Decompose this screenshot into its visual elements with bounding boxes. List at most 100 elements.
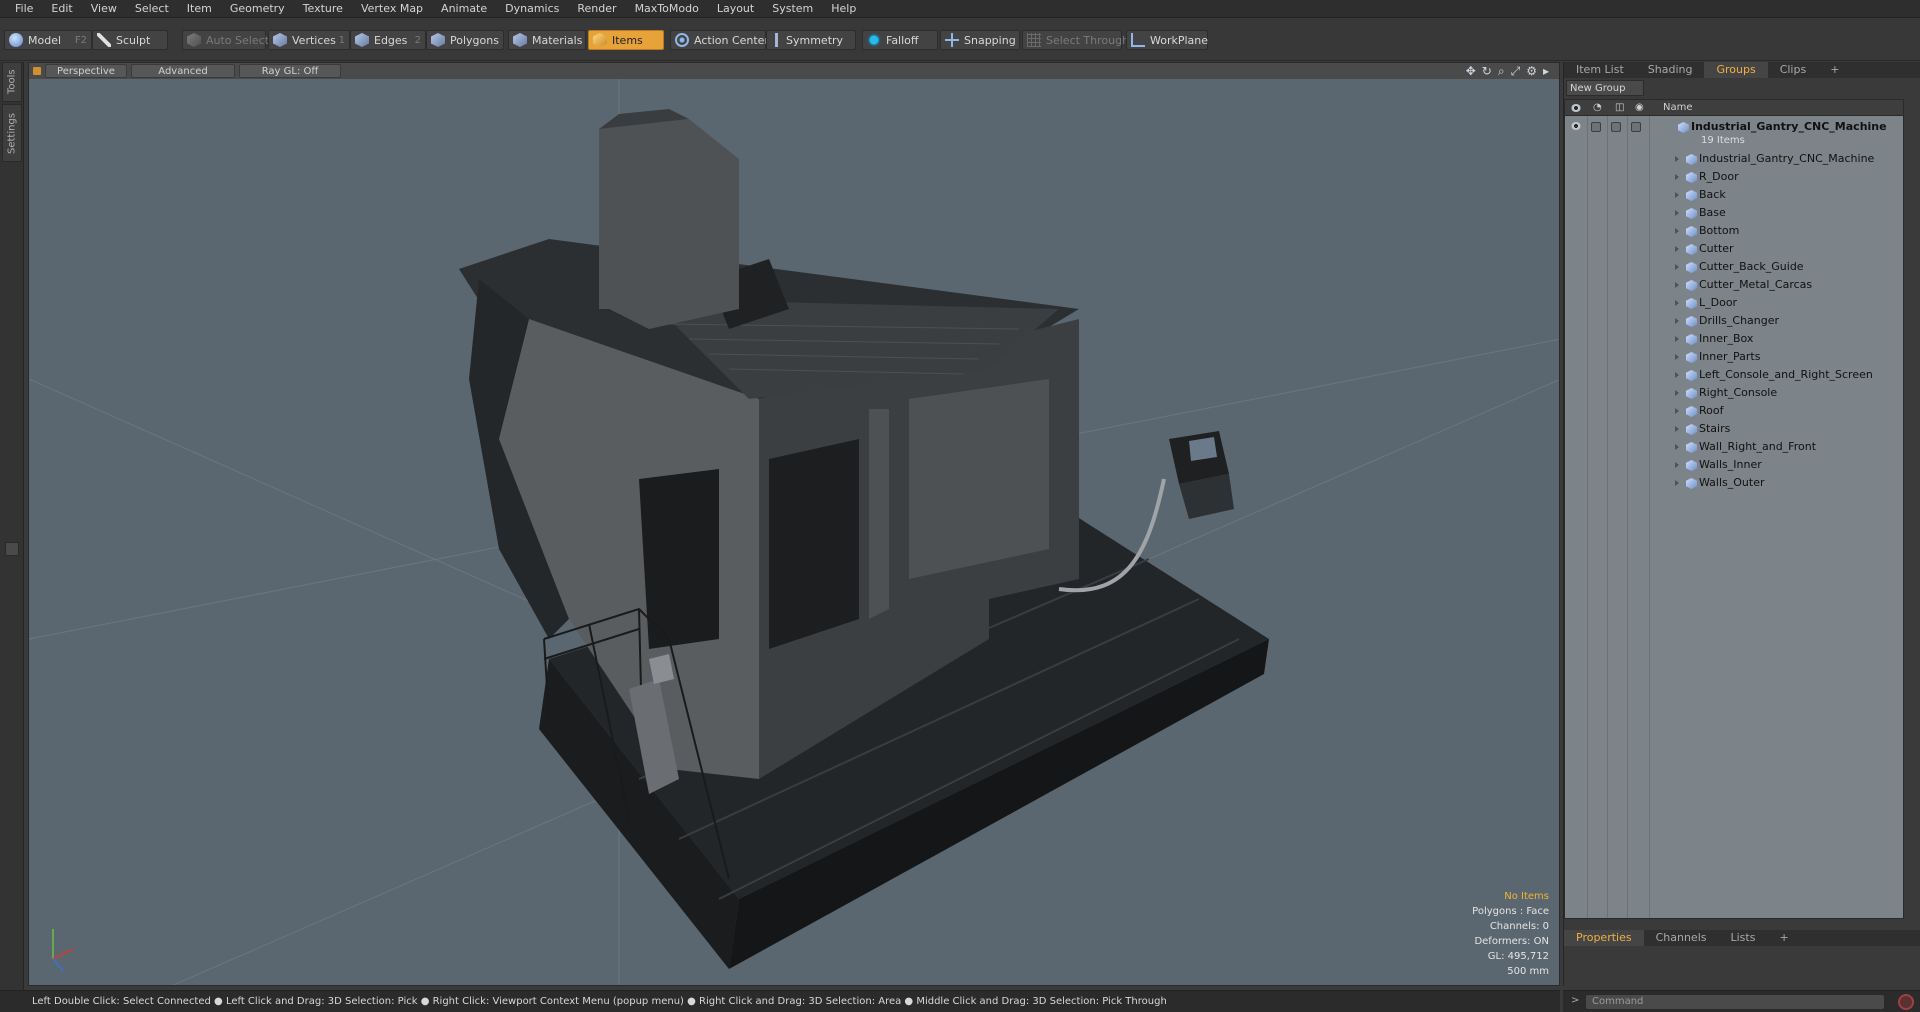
list-item[interactable]: Wall_Right_and_Front: [1565, 438, 1903, 456]
tools-tab[interactable]: Tools: [2, 62, 22, 102]
expand-icon[interactable]: [1675, 174, 1679, 180]
menu-dynamics[interactable]: Dynamics: [496, 0, 568, 18]
list-item[interactable]: Cutter: [1565, 240, 1903, 258]
list-item[interactable]: Cutter_Back_Guide: [1565, 258, 1903, 276]
list-item[interactable]: Walls_Outer: [1565, 474, 1903, 492]
menu-geometry[interactable]: Geometry: [221, 0, 294, 18]
list-item[interactable]: Walls_Inner: [1565, 456, 1903, 474]
menu-system[interactable]: System: [763, 0, 822, 18]
tab-channels[interactable]: Channels: [1644, 930, 1719, 946]
gear-icon[interactable]: ⚙: [1526, 64, 1537, 78]
tab-groups[interactable]: Groups: [1704, 62, 1768, 78]
expand-icon[interactable]: [1675, 264, 1679, 270]
list-item[interactable]: Base: [1565, 204, 1903, 222]
list-item[interactable]: Inner_Parts: [1565, 348, 1903, 366]
menu-view[interactable]: View: [82, 0, 126, 18]
list-item[interactable]: R_Door: [1565, 168, 1903, 186]
select-through-button[interactable]: Select Through: [1022, 30, 1129, 50]
menu-select[interactable]: Select: [126, 0, 178, 18]
auto-select-button[interactable]: Auto Select: [182, 30, 269, 50]
visibility-column-icon[interactable]: [1571, 104, 1581, 112]
sculpt-button[interactable]: Sculpt: [92, 30, 168, 50]
expand-icon[interactable]: [1675, 210, 1679, 216]
menu-render[interactable]: Render: [568, 0, 625, 18]
symmetry-button[interactable]: Symmetry: [766, 30, 856, 50]
model-button[interactable]: Model F2: [4, 30, 92, 50]
render-toggle[interactable]: [1591, 122, 1601, 132]
menu-edit[interactable]: Edit: [42, 0, 81, 18]
record-icon[interactable]: [1898, 994, 1914, 1010]
3d-viewport[interactable]: Perspective Advanced Ray GL: Off ✥ ↻ ⌕ ⤢…: [28, 62, 1560, 986]
falloff-button[interactable]: Falloff: [862, 30, 938, 50]
menu-maxtomodo[interactable]: MaxToModo: [626, 0, 708, 18]
render-column-icon[interactable]: ◔: [1593, 100, 1602, 116]
action-center-button[interactable]: Action Center: [670, 30, 769, 50]
move-view-icon[interactable]: ✥: [1466, 64, 1476, 78]
list-item[interactable]: Left_Console_and_Right_Screen: [1565, 366, 1903, 384]
list-item[interactable]: Industrial_Gantry_CNC_Machine: [1565, 150, 1903, 168]
list-item[interactable]: L_Door: [1565, 294, 1903, 312]
expand-icon[interactable]: [1675, 390, 1679, 396]
name-column-header[interactable]: Name: [1663, 100, 1693, 116]
list-item[interactable]: Cutter_Metal_Carcas: [1565, 276, 1903, 294]
select-column-icon[interactable]: ◉: [1635, 100, 1644, 116]
expand-icon[interactable]: [1675, 300, 1679, 306]
lock-column-icon[interactable]: ◫: [1615, 100, 1624, 116]
expand-icon[interactable]: [1675, 354, 1679, 360]
workplane-button[interactable]: WorkPlane: [1126, 30, 1208, 50]
vertices-button[interactable]: Vertices 1: [268, 30, 350, 50]
expand-icon[interactable]: [1675, 246, 1679, 252]
select-toggle[interactable]: [1631, 122, 1641, 132]
expand-icon[interactable]: [1675, 282, 1679, 288]
menu-file[interactable]: File: [6, 0, 42, 18]
list-item[interactable]: Roof: [1565, 402, 1903, 420]
expand-icon[interactable]: [1675, 156, 1679, 162]
tab-properties[interactable]: Properties: [1564, 930, 1644, 946]
tab-item-list[interactable]: Item List: [1564, 62, 1636, 78]
raygl-button[interactable]: Ray GL: Off: [239, 64, 341, 78]
menu-item[interactable]: Item: [178, 0, 221, 18]
tab-clips[interactable]: Clips: [1768, 62, 1819, 78]
expand-icon[interactable]: [1675, 318, 1679, 324]
expand-icon[interactable]: [1675, 444, 1679, 450]
shading-mode-button[interactable]: Advanced: [131, 64, 235, 78]
menu-animate[interactable]: Animate: [432, 0, 496, 18]
add-tab-button[interactable]: +: [1767, 930, 1800, 946]
list-item[interactable]: Right_Console: [1565, 384, 1903, 402]
eye-icon[interactable]: [1571, 122, 1581, 130]
expand-icon[interactable]: [1675, 408, 1679, 414]
expand-icon[interactable]: [1675, 426, 1679, 432]
menu-layout[interactable]: Layout: [708, 0, 763, 18]
menu-help[interactable]: Help: [822, 0, 865, 18]
list-item[interactable]: Bottom: [1565, 222, 1903, 240]
menu-vertex-map[interactable]: Vertex Map: [352, 0, 432, 18]
expand-icon[interactable]: [1675, 372, 1679, 378]
menu-texture[interactable]: Texture: [294, 0, 352, 18]
expand-icon[interactable]: [1675, 462, 1679, 468]
sidebar-toggle[interactable]: [5, 542, 19, 556]
lock-toggle[interactable]: [1611, 122, 1621, 132]
list-item[interactable]: Drills_Changer: [1565, 312, 1903, 330]
settings-tab[interactable]: Settings: [2, 104, 22, 162]
tab-lists[interactable]: Lists: [1719, 930, 1768, 946]
polygons-button[interactable]: Polygons: [426, 30, 504, 50]
snapping-button[interactable]: Snapping: [940, 30, 1020, 50]
viewport-menu-icon[interactable]: [33, 67, 41, 75]
list-item[interactable]: Stairs: [1565, 420, 1903, 438]
group-row[interactable]: Industrial_Gantry_CNC_Machine 19 Items: [1565, 118, 1903, 150]
list-item[interactable]: Back: [1565, 186, 1903, 204]
rotate-view-icon[interactable]: ↻: [1482, 64, 1492, 78]
expand-icon[interactable]: [1675, 336, 1679, 342]
expand-icon[interactable]: [1675, 480, 1679, 486]
list-item[interactable]: Inner_Box: [1565, 330, 1903, 348]
command-input[interactable]: Command: [1585, 994, 1885, 1010]
view-mode-button[interactable]: Perspective: [45, 64, 127, 78]
new-group-button[interactable]: New Group: [1566, 80, 1644, 96]
tab-shading[interactable]: Shading: [1636, 62, 1705, 78]
items-button[interactable]: Items: [588, 30, 664, 50]
add-tab-button[interactable]: +: [1818, 62, 1851, 78]
expand-icon[interactable]: [1675, 192, 1679, 198]
maximize-view-icon[interactable]: ⤢: [1511, 64, 1521, 79]
edges-button[interactable]: Edges 2: [350, 30, 426, 50]
materials-button[interactable]: Materials: [508, 30, 586, 50]
